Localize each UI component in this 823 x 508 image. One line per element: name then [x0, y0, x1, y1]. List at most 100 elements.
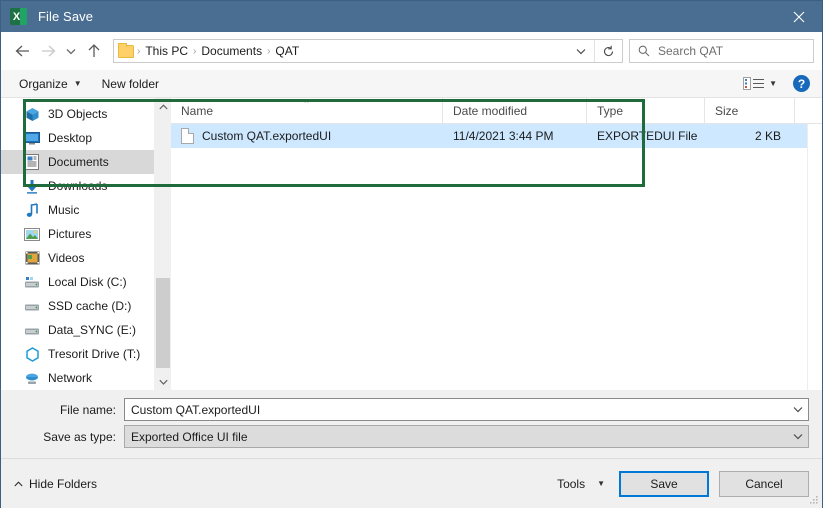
- navigation-bar: › This PC › Documents › QAT Search QAT: [1, 32, 822, 70]
- refresh-icon[interactable]: [594, 40, 622, 62]
- file-name-row: File name: Custom QAT.exportedUI: [14, 398, 809, 421]
- sidebar-scrollbar[interactable]: [154, 98, 171, 390]
- tools-button[interactable]: Tools ▼: [553, 477, 609, 491]
- sidebar-item-local-disk-c[interactable]: Local Disk (C:): [1, 270, 171, 294]
- breadcrumb-item-this-pc[interactable]: This PC: [141, 44, 192, 58]
- scroll-up-icon[interactable]: [155, 98, 171, 115]
- save-button[interactable]: Save: [619, 470, 709, 497]
- file-save-dialog: X File Save › This PC › Documents › QAT …: [0, 0, 823, 508]
- cell-name: Custom QAT.exportedUI: [171, 124, 443, 148]
- sidebar-scroll-thumb[interactable]: [156, 278, 170, 368]
- downloads-icon: [23, 178, 41, 194]
- close-icon[interactable]: [776, 1, 822, 32]
- hard-drive-icon: [23, 274, 41, 290]
- sidebar-item-videos[interactable]: Videos: [1, 246, 171, 270]
- save-as-type-label: Save as type:: [43, 429, 116, 444]
- sidebar-item-network[interactable]: Network: [1, 366, 171, 390]
- search-placeholder: Search QAT: [658, 44, 724, 58]
- breadcrumb-item-qat[interactable]: QAT: [271, 44, 303, 58]
- hide-folders-button[interactable]: Hide Folders: [14, 477, 97, 491]
- organize-button[interactable]: Organize ▼: [9, 73, 92, 95]
- column-label: Size: [715, 103, 739, 118]
- column-header-size[interactable]: Size: [705, 98, 795, 123]
- column-header-name[interactable]: ⌃ Name: [171, 98, 443, 123]
- sidebar-item-data-sync-e[interactable]: Data_SYNC (E:): [1, 318, 171, 342]
- chevron-down-icon: ▼: [73, 79, 82, 88]
- column-header-type[interactable]: Type: [587, 98, 705, 123]
- resize-grip-icon[interactable]: [808, 494, 819, 505]
- dialog-body: 3D Objects Desktop Documents Downloads M…: [1, 98, 822, 390]
- sidebar-item-pictures[interactable]: Pictures: [1, 222, 171, 246]
- file-name-value: Custom QAT.exportedUI: [131, 402, 261, 417]
- music-icon: [23, 202, 41, 218]
- file-name: Custom QAT.exportedUI: [202, 129, 332, 143]
- sidebar-item-documents[interactable]: Documents: [1, 150, 171, 174]
- command-toolbar: Organize ▼ New folder ▼ ?: [1, 70, 822, 98]
- file-name-label: File name:: [59, 402, 116, 417]
- sidebar-item-label: Network: [48, 371, 93, 385]
- hide-folders-label: Hide Folders: [29, 476, 98, 491]
- generic-file-icon: [181, 128, 194, 144]
- view-options-icon[interactable]: [743, 76, 765, 91]
- chevron-down-icon[interactable]: [788, 433, 808, 440]
- organize-label: Organize: [19, 76, 68, 91]
- help-button[interactable]: ?: [793, 75, 810, 92]
- address-bar[interactable]: › This PC › Documents › QAT: [113, 39, 623, 63]
- column-label: Type: [597, 103, 624, 118]
- drive-icon: [23, 322, 41, 338]
- search-input[interactable]: Search QAT: [629, 39, 814, 63]
- sidebar-item-3d-objects[interactable]: 3D Objects: [1, 102, 171, 126]
- title-bar: X File Save: [1, 1, 822, 32]
- documents-icon: [23, 154, 41, 170]
- table-row[interactable]: Custom QAT.exportedUI 11/4/2021 3:44 PM …: [171, 124, 822, 148]
- sidebar-item-label: SSD cache (D:): [48, 299, 132, 313]
- column-header-date-modified[interactable]: Date modified: [443, 98, 587, 123]
- new-folder-button[interactable]: New folder: [92, 73, 169, 95]
- breadcrumb: › This PC › Documents › QAT: [114, 42, 568, 58]
- sidebar-item-label: Data_SYNC (E:): [48, 323, 137, 337]
- up-icon[interactable]: [81, 38, 107, 64]
- chevron-down-icon[interactable]: [788, 406, 808, 413]
- 3d-objects-icon: [23, 106, 41, 122]
- file-list-scrollbar[interactable]: [807, 124, 822, 390]
- sidebar-item-label: Pictures: [48, 227, 92, 241]
- search-icon: [638, 45, 650, 57]
- sidebar-item-downloads[interactable]: Downloads: [1, 174, 171, 198]
- save-as-type-value: Exported Office UI file: [131, 429, 248, 444]
- navigation-sidebar[interactable]: 3D Objects Desktop Documents Downloads M…: [1, 98, 171, 390]
- save-as-type-row: Save as type: Exported Office UI file: [14, 425, 809, 448]
- sidebar-item-label: Downloads: [48, 179, 108, 193]
- sidebar-item-label: Tresorit Drive (T:): [48, 347, 141, 361]
- file-name-input[interactable]: Custom QAT.exportedUI: [124, 398, 809, 421]
- address-dropdown-icon[interactable]: [568, 40, 594, 62]
- chevron-down-icon: ▼: [597, 479, 605, 488]
- form-fields: File name: Custom QAT.exportedUI Save as…: [1, 390, 822, 458]
- save-as-type-select[interactable]: Exported Office UI file: [124, 425, 809, 448]
- back-icon[interactable]: [9, 38, 35, 64]
- sidebar-item-label: 3D Objects: [48, 107, 108, 121]
- column-header-row: ⌃ Name Date modified Type Size: [171, 98, 822, 124]
- window-title: File Save: [38, 9, 94, 24]
- sidebar-item-label: Local Disk (C:): [48, 275, 127, 289]
- sidebar-item-ssd-cache-d[interactable]: SSD cache (D:): [1, 294, 171, 318]
- scroll-down-icon[interactable]: [155, 373, 171, 390]
- sidebar-item-tresorit-drive-t[interactable]: Tresorit Drive (T:): [1, 342, 171, 366]
- recent-locations-icon[interactable]: [61, 38, 81, 64]
- desktop-icon: [23, 130, 41, 146]
- folder-icon: [118, 42, 134, 58]
- sidebar-item-label: Videos: [48, 251, 85, 265]
- view-chevron-down-icon[interactable]: ▼: [769, 79, 777, 88]
- column-label: Date modified: [453, 103, 528, 118]
- sidebar-item-desktop[interactable]: Desktop: [1, 126, 171, 150]
- column-label: Name: [181, 103, 214, 118]
- cell-date-modified: 11/4/2021 3:44 PM: [453, 129, 554, 143]
- sidebar-item-label: Desktop: [48, 131, 93, 145]
- sort-ascending-icon: ⌃: [302, 99, 311, 109]
- file-rows: Custom QAT.exportedUI 11/4/2021 3:44 PM …: [171, 124, 822, 390]
- cell-size: 2 KB: [754, 129, 781, 143]
- sidebar-item-music[interactable]: Music: [1, 198, 171, 222]
- new-folder-label: New folder: [101, 76, 159, 91]
- breadcrumb-item-documents[interactable]: Documents: [197, 44, 266, 58]
- pictures-icon: [23, 226, 41, 242]
- cancel-button[interactable]: Cancel: [719, 470, 809, 497]
